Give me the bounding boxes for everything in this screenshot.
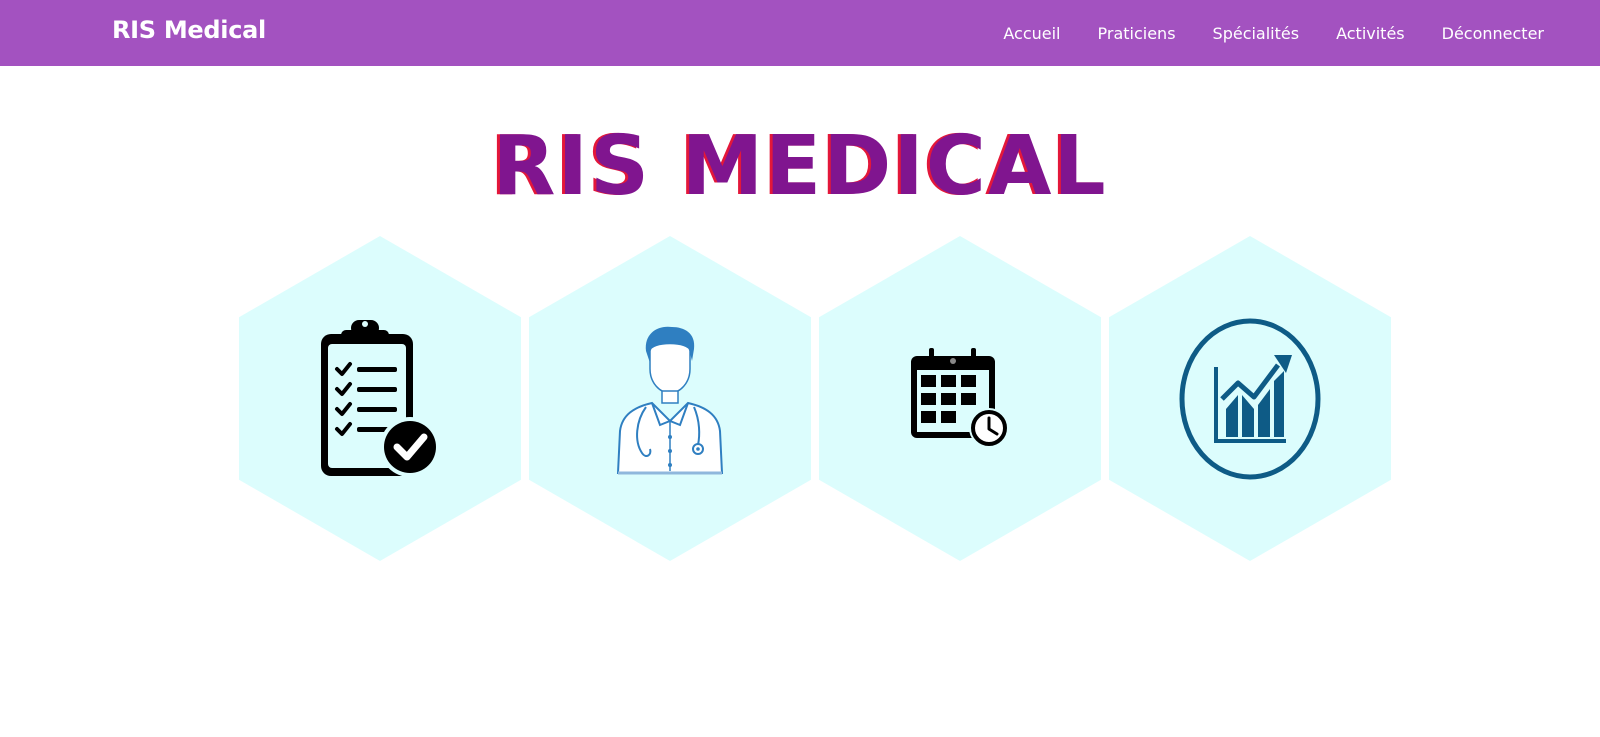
nav-item-deconnecter: Déconnecter — [1442, 24, 1544, 43]
tile-calendar[interactable] — [819, 236, 1101, 561]
brand-link[interactable]: RIS Medical — [112, 16, 266, 44]
growth-chart-icon — [1179, 318, 1321, 479]
nav-link-deconnecter[interactable]: Déconnecter — [1442, 24, 1544, 43]
nav-link-specialites[interactable]: Spécialités — [1213, 24, 1300, 43]
nav-item-praticiens: Praticiens — [1098, 24, 1176, 43]
nav-menu: Accueil Praticiens Spécialités Activités… — [966, 0, 1544, 66]
nav-link-accueil[interactable]: Accueil — [1003, 24, 1060, 43]
doctor-icon — [616, 326, 724, 474]
nav-item-accueil: Accueil — [1003, 24, 1060, 43]
tile-checklist[interactable] — [239, 236, 521, 561]
tile-activity-chart[interactable] — [1109, 236, 1391, 561]
nav-item-specialites: Spécialités — [1213, 24, 1300, 43]
nav-item-activites: Activités — [1336, 24, 1405, 43]
clipboard-checklist-icon — [321, 319, 440, 477]
tile-doctor[interactable] — [529, 236, 811, 561]
calendar-clock-icon — [911, 347, 1009, 448]
nav-link-praticiens[interactable]: Praticiens — [1098, 24, 1176, 43]
top-navbar: RIS Medical Accueil Praticiens Spécialit… — [0, 0, 1600, 66]
nav-link-activites[interactable]: Activités — [1336, 24, 1405, 43]
page-title: RIS MEDICAL — [492, 119, 1108, 214]
feature-tiles — [239, 236, 1391, 561]
